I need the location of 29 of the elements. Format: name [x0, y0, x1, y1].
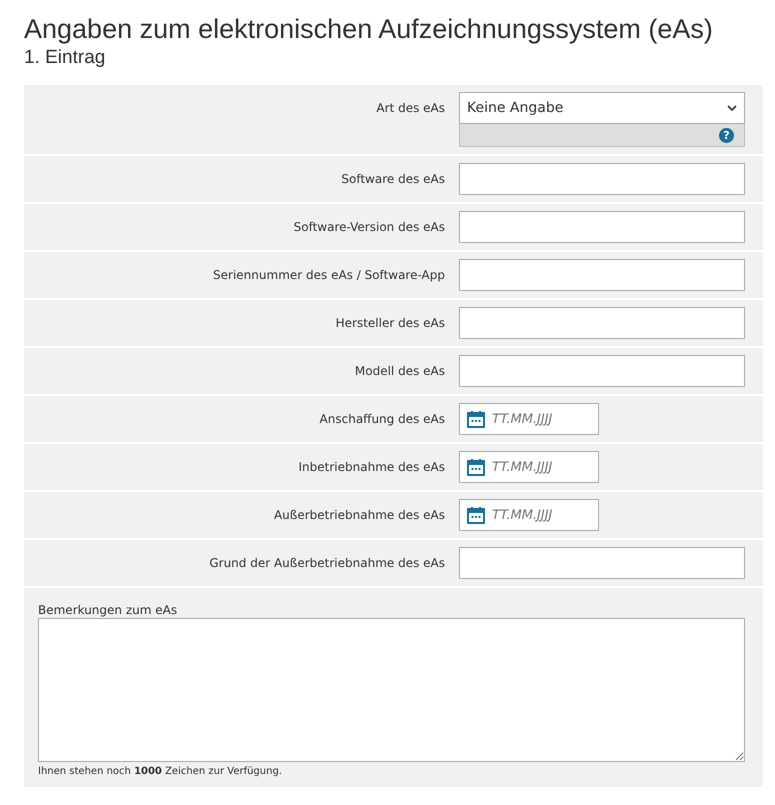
input-field[interactable] — [459, 259, 745, 291]
field-label: Inbetriebnahme des eAs — [298, 459, 446, 476]
date-field[interactable]: TT.MM.JJJJ — [459, 403, 599, 435]
input-field[interactable] — [459, 211, 745, 243]
input-field[interactable] — [459, 163, 745, 195]
field-label: Hersteller des eAs — [334, 315, 446, 332]
calendar-icon[interactable] — [467, 410, 485, 428]
calendar-icon[interactable] — [467, 506, 485, 524]
select-field[interactable]: Keine Angabe — [459, 92, 745, 124]
field-label: Anschaffung des eAs — [318, 411, 446, 428]
input-field[interactable] — [459, 547, 745, 579]
page-title: Angaben zum elektronischen Aufzeichnungssystem (eAs) — [24, 13, 714, 46]
date-field[interactable]: TT.MM.JJJJ — [459, 451, 599, 483]
input-field[interactable] — [459, 307, 745, 339]
help-icon[interactable]: ? — [719, 128, 734, 142]
field-label: Außerbetriebnahme des eAs — [272, 507, 446, 524]
input-field[interactable] — [459, 355, 745, 387]
date-field[interactable]: TT.MM.JJJJ — [459, 499, 599, 531]
character-count-hint: Ihnen stehen noch 1000 Zeichen zur Verfügung. — [38, 765, 283, 779]
field-label: Software des eAs — [340, 171, 446, 188]
field-label: Art des eAs — [375, 100, 446, 117]
field-label: Seriennummer des eAs / Software-App — [212, 267, 446, 284]
calendar-icon[interactable] — [467, 458, 485, 476]
field-label: Software-Version des eAs — [292, 219, 446, 236]
section-subtitle: 1. Eintrag — [24, 46, 106, 70]
field-label: Modell des eAs — [354, 363, 446, 380]
field-label: Bemerkungen zum eAs — [38, 602, 178, 618]
field-label: Grund der Außerbetriebnahme des eAs — [208, 555, 446, 572]
caret-icon — [727, 105, 737, 111]
